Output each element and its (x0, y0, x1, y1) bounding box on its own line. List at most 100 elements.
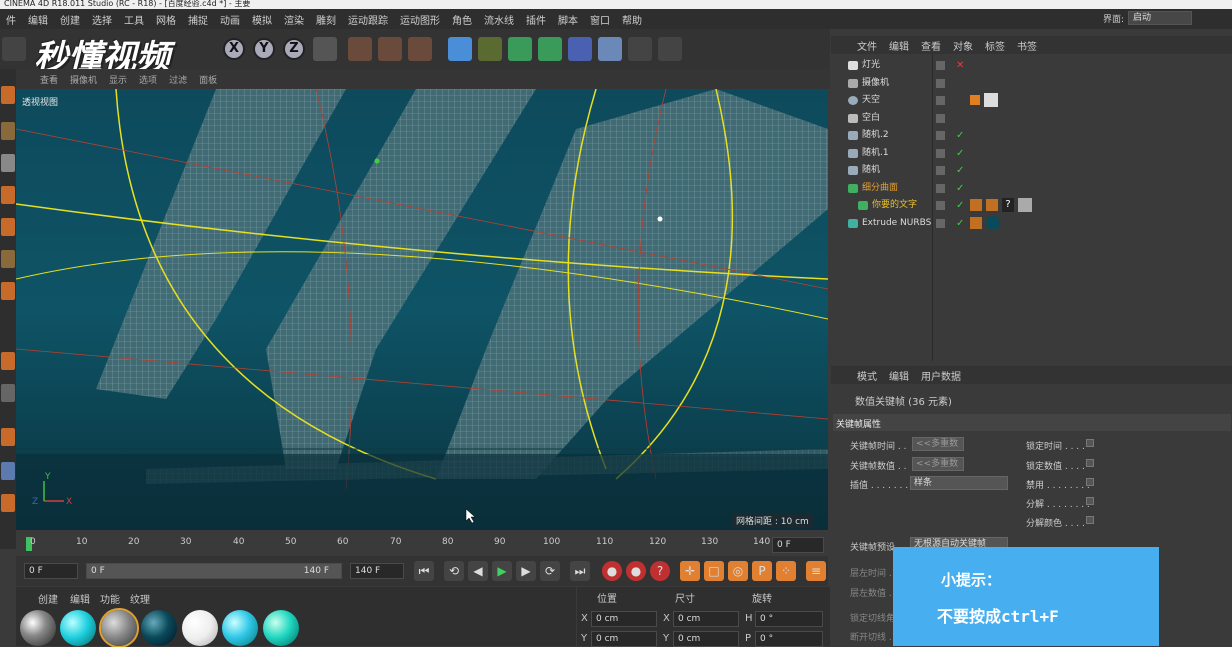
viewport-menu-item[interactable]: 面板 (193, 73, 223, 86)
points-mode-icon[interactable] (1, 186, 15, 204)
menu-item[interactable]: 网格 (150, 12, 182, 27)
object-row[interactable]: 灯光 ✕ (836, 57, 1231, 74)
menu-item[interactable]: 流水线 (478, 12, 520, 27)
render-picture-viewer-button[interactable] (378, 37, 402, 61)
menu-item[interactable]: 选择 (86, 12, 118, 27)
object-row[interactable]: 空白 (836, 110, 1231, 127)
disable-checkbox[interactable] (1086, 478, 1094, 486)
record-scale-button[interactable]: □ (704, 561, 724, 581)
render-settings-button[interactable] (408, 37, 432, 61)
lock-time-checkbox[interactable] (1086, 439, 1094, 447)
mat-menu-item[interactable]: 功能 (100, 591, 120, 606)
menu-item[interactable]: 件 (0, 12, 22, 27)
material-ball-chrome[interactable] (20, 610, 56, 646)
viewport-menu-item[interactable]: 选项 (133, 73, 163, 86)
prev-key-button[interactable]: ⟲ (444, 561, 464, 581)
menu-item[interactable]: 雕刻 (310, 12, 342, 27)
material-ball-cyan[interactable] (60, 610, 96, 646)
menu-item[interactable]: 捕捉 (182, 12, 214, 27)
effector-tag-icon[interactable] (986, 199, 998, 211)
position-y-field[interactable]: 0 cm (591, 631, 657, 647)
enabled-check-icon[interactable]: ✓ (956, 197, 964, 214)
object-row[interactable]: 随机 ✓ (836, 162, 1231, 179)
visibility-tag[interactable] (936, 79, 945, 88)
cube-icon[interactable] (448, 37, 472, 61)
object-row[interactable]: 天空 (836, 92, 1231, 109)
mat-menu-item[interactable]: 编辑 (70, 591, 90, 606)
deformer-icon[interactable] (568, 37, 592, 61)
go-to-end-button[interactable]: ⏭ (570, 561, 590, 581)
menu-item[interactable]: 编辑 (22, 12, 54, 27)
cloner-icon[interactable] (538, 37, 562, 61)
key-time-field[interactable]: <<多重数 (912, 437, 964, 451)
attr-menu-item[interactable]: 用户数据 (915, 368, 967, 383)
undo-button[interactable] (2, 37, 26, 61)
menu-item[interactable]: 运动跟踪 (342, 12, 394, 27)
polygons-mode-icon[interactable] (1, 250, 15, 268)
sky-tag-icon[interactable] (970, 95, 980, 105)
enabled-check-icon[interactable]: ✓ (956, 145, 964, 162)
rotation-p-field[interactable]: 0 ° (755, 631, 823, 647)
interpolation-select[interactable]: 样条 (910, 476, 1008, 490)
pen-icon[interactable] (478, 37, 502, 61)
next-key-button[interactable]: ⟳ (540, 561, 560, 581)
visibility-tag[interactable] (936, 166, 945, 175)
timeline-window-button[interactable]: ≡ (806, 561, 826, 581)
material-ball-white[interactable] (182, 610, 218, 646)
menu-item[interactable]: 创建 (54, 12, 86, 27)
z-axis-lock-button[interactable]: Z (283, 38, 305, 60)
texture-mode-icon[interactable] (1, 122, 15, 140)
material-tag-icon[interactable] (1018, 198, 1032, 212)
menu-item[interactable]: 窗口 (584, 12, 616, 27)
menu-item[interactable]: 运动图形 (394, 12, 446, 27)
om-menu-item[interactable]: 编辑 (883, 38, 915, 53)
break-color-checkbox[interactable] (1086, 516, 1094, 524)
om-menu-item[interactable]: 文件 (851, 38, 883, 53)
rotation-h-field[interactable]: 0 ° (755, 611, 823, 627)
workplane-icon[interactable] (1, 154, 15, 172)
enabled-check-icon[interactable]: ✓ (956, 180, 964, 197)
position-x-field[interactable]: 0 cm (591, 611, 657, 627)
x-axis-lock-button[interactable]: X (223, 38, 245, 60)
object-row[interactable]: 你要的文字 ✓? (836, 197, 1231, 214)
menu-item[interactable]: 动画 (214, 12, 246, 27)
menu-item[interactable]: 渲染 (278, 12, 310, 27)
y-axis-lock-button[interactable]: Y (253, 38, 275, 60)
om-menu-item[interactable]: 查看 (915, 38, 947, 53)
snap-icon[interactable] (1, 352, 15, 370)
sculpt-icon[interactable] (1, 384, 15, 402)
om-menu-item[interactable]: 书签 (1011, 38, 1043, 53)
menu-item[interactable]: 工具 (118, 12, 150, 27)
visibility-tag[interactable] (936, 201, 945, 210)
menu-item[interactable]: 模拟 (246, 12, 278, 27)
edges-mode-icon[interactable] (1, 218, 15, 236)
prev-frame-button[interactable]: ◀ (468, 561, 488, 581)
object-row[interactable]: 随机.1 ✓ (836, 145, 1231, 162)
om-menu-item[interactable]: 对象 (947, 38, 979, 53)
visibility-tag[interactable] (936, 184, 945, 193)
visibility-tag[interactable] (936, 61, 945, 70)
size-y-field[interactable]: 0 cm (673, 631, 739, 647)
object-row[interactable]: 随机.2 ✓ (836, 127, 1231, 144)
object-row[interactable]: 细分曲面 ✓ (836, 180, 1231, 197)
viewport-menu-item[interactable]: 查看 (34, 73, 64, 86)
enabled-check-icon[interactable]: ✓ (956, 162, 964, 179)
current-frame-field[interactable]: 0 F (772, 537, 824, 553)
viewport-menu-item[interactable]: 过滤 (163, 73, 193, 86)
menu-item[interactable]: 帮助 (616, 12, 648, 27)
cloner-tag-icon[interactable] (970, 199, 982, 211)
go-to-start-button[interactable]: ⏮ (414, 561, 434, 581)
tag-icon[interactable] (970, 217, 982, 229)
break-checkbox[interactable] (1086, 497, 1094, 505)
record-rotation-button[interactable]: ◎ (728, 561, 748, 581)
material-ball-teal[interactable] (141, 610, 177, 646)
material-ball-cyan-2[interactable] (222, 610, 258, 646)
object-row[interactable]: 摄像机 (836, 75, 1231, 92)
record-position-button[interactable]: ✛ (680, 561, 700, 581)
grid-icon[interactable] (1, 494, 15, 512)
record-point-level-button[interactable]: ⁘ (776, 561, 796, 581)
object-row[interactable]: Extrude NURBS ✓ (836, 215, 1231, 232)
mat-menu-item[interactable]: 纹理 (130, 591, 150, 606)
material-ball-grey[interactable] (99, 608, 139, 647)
attr-menu-item[interactable]: 模式 (851, 368, 883, 383)
